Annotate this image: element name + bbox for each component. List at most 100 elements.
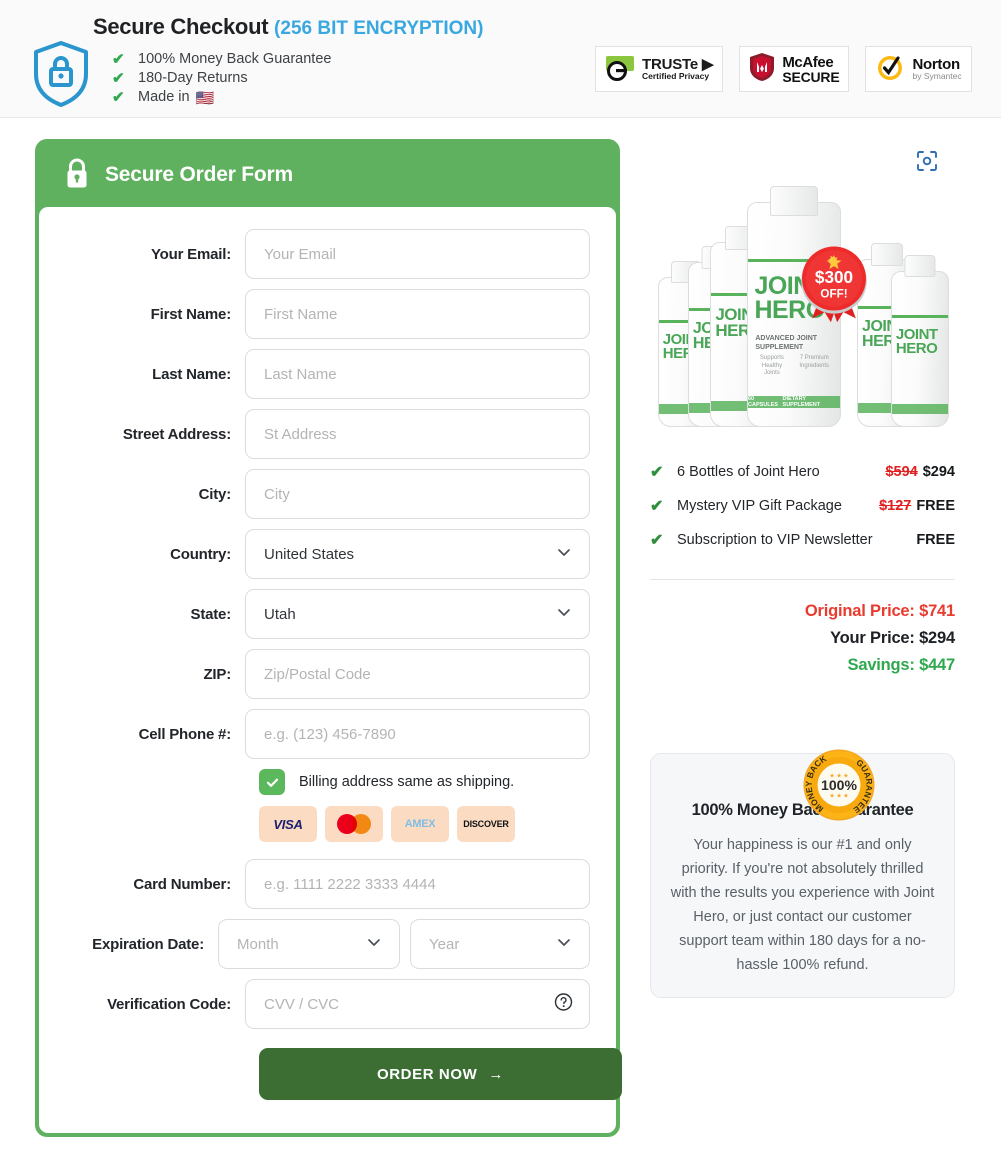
visa-label: VISA <box>273 816 303 832</box>
expiration-month-select[interactable]: Month <box>218 919 400 969</box>
form-header: Secure Order Form <box>39 143 616 207</box>
benefit-label: 100% Money Back Guarantee <box>138 51 332 67</box>
seal-stars-bottom: ★ ★ ★ <box>829 793 848 800</box>
first-name-field[interactable]: First Name <box>245 289 590 339</box>
summary-item: ✔ Mystery VIP Gift Package $127 FREE <box>650 489 955 523</box>
email-field[interactable]: Your Email <box>245 229 590 279</box>
city-field[interactable]: City <box>245 469 590 519</box>
summary-item-name: Subscription to VIP Newsletter <box>677 532 873 548</box>
discount-amount: $300 <box>815 267 853 287</box>
chevron-down-icon <box>556 604 572 624</box>
card-number-field[interactable]: e.g. 1111 2222 3333 4444 <box>245 859 590 909</box>
mcafee-text: McAfee SECURE <box>782 55 839 84</box>
city-label: City: <box>198 485 232 503</box>
your-price: Your Price: $294 <box>830 629 955 647</box>
amex-label: AMEX <box>404 818 436 830</box>
last-name-placeholder: Last Name <box>264 365 337 383</box>
verification-code-field[interactable]: CVV / CVC <box>245 979 590 1029</box>
zip-field[interactable]: Zip/Postal Code <box>245 649 590 699</box>
us-flag-icon: 🇺🇸 <box>195 89 215 107</box>
field-row-first-name: First Name: First Name <box>65 289 590 339</box>
norton-line2: by Symantec <box>912 71 962 82</box>
mcafee-line2: SECURE <box>782 68 840 85</box>
truste-badge: TRUSTe ▶ Certified Privacy <box>595 46 724 92</box>
encryption-label: (256 BIT ENCRYPTION) <box>274 18 484 39</box>
check-icon: ✔ <box>112 70 125 87</box>
bottle-brand-line2: HERO <box>895 340 938 358</box>
zip-placeholder: Zip/Postal Code <box>264 665 371 683</box>
mcafee-line1: McAfee <box>782 53 834 71</box>
state-select[interactable]: Utah <box>245 589 590 639</box>
bottle-tagline: ADVANCED JOINT SUPPLEMENT <box>755 335 818 351</box>
secure-order-form-card: Secure Order Form Your Email: Your Email… <box>35 139 622 1137</box>
summary-item-price: $127 FREE <box>879 498 955 514</box>
state-value: Utah <box>264 605 296 623</box>
field-row-state: State: Utah <box>65 589 590 639</box>
summary-item-list: ✔ 6 Bottles of Joint Hero $594 $294 ✔ Mys… <box>650 455 955 557</box>
last-name-field[interactable]: Last Name <box>245 349 590 399</box>
bottle-sub-right: 7 Premium Ingredients <box>799 355 830 369</box>
benefit-item: ✔ Made in 🇺🇸 <box>112 88 331 107</box>
form-body: Your Email: Your Email First Name: First… <box>39 207 622 1133</box>
norton-text: Norton by Symantec <box>912 55 962 82</box>
check-icon: ✔ <box>112 89 125 106</box>
summary-item-new-price: $294 <box>922 464 955 480</box>
discover-label: DISCOVER <box>463 819 509 829</box>
norton-line1: Norton <box>912 55 960 73</box>
first-name-placeholder: First Name <box>264 305 338 323</box>
summary-item-price: FREE <box>916 532 955 548</box>
visa-icon: VISA <box>259 806 317 842</box>
field-row-expiration: Expiration Date: Month Year <box>65 919 590 969</box>
order-summary-panel: JOINT HERO JOINT HERO JOINT HERO JOINT H… <box>650 139 955 998</box>
state-label: State: <box>190 605 232 623</box>
check-icon: ✔ <box>650 464 664 481</box>
billing-checkbox[interactable] <box>259 769 285 795</box>
summary-item-new-price: FREE <box>916 498 955 514</box>
check-icon: ✔ <box>112 51 125 68</box>
check-icon: ✔ <box>650 532 664 549</box>
field-row-country: Country: United States <box>65 529 590 579</box>
bottle-supplement: DIETARY SUPPLEMENT <box>782 396 821 408</box>
field-row-last-name: Last Name: Last Name <box>65 349 590 399</box>
card-number-label: Card Number: <box>133 875 231 893</box>
product-bottle-back: JOINT HERO <box>891 255 949 427</box>
chevron-down-icon <box>556 544 572 564</box>
bottle-brand: JOINT HERO <box>895 327 944 358</box>
discount-word: OFF! <box>820 287 847 300</box>
order-now-label: ORDER NOW <box>376 1065 478 1083</box>
first-name-label: First Name: <box>150 305 232 323</box>
order-now-button[interactable]: ORDER NOW → <box>259 1048 622 1100</box>
billing-checkbox-label: Billing address same as shipping. <box>299 774 515 790</box>
trust-badge-list: TRUSTe ▶ Certified Privacy McAfee SECURE <box>595 46 972 92</box>
arrow-right-icon: → <box>488 1065 504 1083</box>
chevron-down-icon <box>556 934 572 954</box>
field-row-zip: ZIP: Zip/Postal Code <box>65 649 590 699</box>
discount-badge: $300 OFF! <box>795 245 873 323</box>
email-placeholder: Your Email <box>264 245 336 263</box>
country-select[interactable]: United States <box>245 529 590 579</box>
verification-code-label: Verification Code: <box>107 995 231 1013</box>
summary-item-name: 6 Bottles of Joint Hero <box>677 464 820 480</box>
summary-item-old-price: $127 <box>879 498 912 514</box>
city-placeholder: City <box>264 485 290 503</box>
street-address-field[interactable]: St Address <box>245 409 590 459</box>
question-circle-icon[interactable] <box>554 993 573 1016</box>
email-label: Your Email: <box>150 245 231 263</box>
cell-phone-field[interactable]: e.g. (123) 456-7890 <box>245 709 590 759</box>
amex-icon: AMEX <box>391 806 449 842</box>
page-title-text: Secure Checkout <box>93 14 269 39</box>
check-icon: ✔ <box>650 498 664 515</box>
expiration-year-select[interactable]: Year <box>410 919 590 969</box>
discover-icon: DISCOVER <box>457 806 515 842</box>
summary-item: ✔ Subscription to VIP Newsletter FREE <box>650 523 955 557</box>
expiration-label: Expiration Date: <box>92 935 204 953</box>
seal-center-text: 100% <box>821 777 857 793</box>
bottle-capsules: 60 CAPSULES <box>748 396 778 408</box>
street-address-label: Street Address: <box>122 425 231 443</box>
benefit-item: ✔ 100% Money Back Guarantee <box>112 50 331 69</box>
savings: Savings: $447 <box>847 656 956 674</box>
shield-lock-icon <box>30 38 92 108</box>
verification-code-placeholder: CVV / CVC <box>264 995 340 1013</box>
summary-item-name: Mystery VIP Gift Package <box>677 498 842 514</box>
field-row-street-address: Street Address: St Address <box>65 409 590 459</box>
